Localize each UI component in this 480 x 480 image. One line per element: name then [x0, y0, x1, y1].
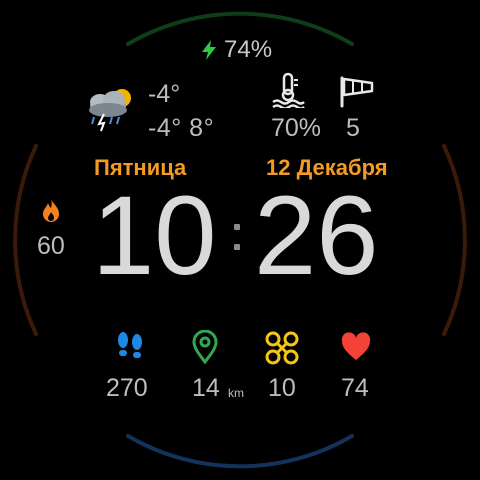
heart-rate-value: 74: [341, 374, 369, 402]
calories-value: 60: [37, 232, 65, 260]
time-minutes[interactable]: 26: [254, 180, 379, 292]
flame-icon[interactable]: [40, 198, 62, 224]
left-arc: [13, 144, 38, 336]
right-arc: [442, 144, 467, 336]
temperature-range: -4° 8°: [148, 114, 215, 142]
humidity-value: 70%: [271, 114, 322, 142]
lightning-icon: [202, 40, 216, 60]
floors-icon[interactable]: [264, 330, 300, 366]
steps-value: 270: [106, 374, 148, 402]
thermometer-water-icon[interactable]: [270, 72, 306, 108]
battery-value: 74%: [224, 36, 273, 63]
wind-value: 5: [346, 114, 360, 142]
location-pin-icon[interactable]: [190, 330, 220, 364]
footprints-icon[interactable]: [114, 331, 146, 363]
storm-cloud-icon[interactable]: [84, 84, 140, 132]
windsock-icon[interactable]: [338, 74, 376, 108]
distance-unit: km: [228, 386, 244, 400]
distance-value: 14: [192, 374, 220, 402]
battery-indicator[interactable]: 74%: [200, 36, 272, 64]
watch-face: 74% -4° -4° 8° 70% 5 Пятница 12 Декабря: [0, 0, 480, 480]
time-hours[interactable]: 10: [92, 180, 217, 292]
current-temperature: -4°: [148, 80, 181, 108]
heart-icon[interactable]: [340, 332, 372, 362]
floors-value: 10: [268, 374, 296, 402]
time-colon: [234, 224, 240, 250]
bottom-arc: [126, 434, 354, 469]
